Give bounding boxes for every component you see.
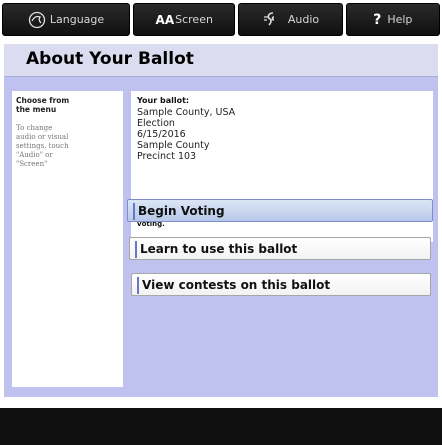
sidebar-help-line: "Audio" or [16, 151, 53, 159]
ballot-precinct: Precinct 103 [137, 151, 197, 162]
ballot-info-details: Sample County, USA Election 6/15/2016 Sa… [137, 107, 427, 162]
sidebar-help-line: "Screen" [16, 160, 48, 168]
help-label: Help [387, 13, 413, 26]
bottom-bar [0, 408, 442, 445]
screen-button[interactable]: AA Screen [133, 3, 236, 36]
ballot-county: Sample County, USA [137, 107, 236, 118]
screen-label: Screen [175, 13, 213, 26]
sidebar-help-line: settings, touch [16, 142, 69, 150]
language-icon [28, 11, 46, 29]
language-button[interactable]: Language [2, 3, 131, 36]
ear-icon [262, 11, 284, 29]
help-button[interactable]: ? Help [345, 3, 440, 36]
sidebar-help-text: To change audio or visual settings, touc… [16, 124, 96, 169]
begin-voting-button[interactable]: Begin Voting [127, 199, 433, 222]
top-toolbar: Language AA Screen Audio ? Help [0, 0, 442, 38]
sidebar-heading-line: Choose from [16, 96, 70, 105]
page-title: About Your Ballot [26, 49, 194, 69]
view-contests-button[interactable]: View contests on this ballot [131, 273, 431, 296]
sidebar-instructions: Choose from the menu To change audio or … [12, 91, 123, 387]
sidebar-heading-line: the menu [16, 105, 57, 114]
learn-ballot-button[interactable]: Learn to use this ballot [129, 237, 431, 260]
sidebar-heading: Choose from the menu [16, 96, 96, 114]
audio-label: Audio [287, 13, 320, 26]
screen-aa-icon: AA [155, 12, 175, 27]
ballot-jurisdiction: Sample County [137, 140, 210, 151]
sidebar-help-line: audio or visual [16, 133, 69, 141]
help-question-icon: ? [373, 11, 382, 28]
sidebar-help-line: To change [16, 124, 53, 132]
audio-button[interactable]: Audio [238, 3, 343, 36]
ballot-election: Election [137, 118, 175, 129]
ballot-date: 6/15/2016 [137, 129, 186, 140]
language-label: Language [49, 13, 105, 26]
ballot-info-heading: Your ballot: [137, 96, 190, 105]
title-bar: About Your Ballot [4, 44, 438, 77]
